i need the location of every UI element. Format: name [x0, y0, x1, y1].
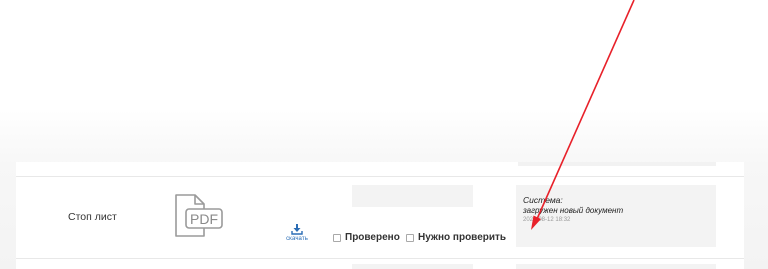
checkbox-needs-check-label: Нужно проверить — [418, 232, 507, 243]
download-icon — [291, 224, 303, 235]
system-note: Система: загружен новый документ 2025-08… — [516, 185, 716, 247]
comment-field[interactable] — [352, 185, 473, 207]
next-row-note-box — [516, 264, 716, 269]
previous-row-note-box — [518, 162, 716, 166]
download-label: скачать — [286, 236, 308, 242]
document-page: Стоп лист PDF скачать Проверено Нужно пр… — [0, 0, 768, 269]
checkbox-needs-check[interactable]: Нужно проверить — [406, 232, 506, 243]
checkbox-needs-check-box[interactable] — [406, 233, 414, 242]
note-text: загружен новый документ — [523, 206, 624, 215]
checkbox-verified[interactable]: Проверено — [333, 232, 400, 243]
note-author: Система: — [523, 195, 563, 205]
note-date: 2025-08-12 18:32 — [523, 217, 571, 223]
pdf-file-icon-label: PDF — [190, 211, 218, 227]
next-row-comment-field[interactable] — [352, 264, 473, 269]
document-name: Стоп лист — [68, 211, 117, 223]
checkbox-verified-label: Проверено — [345, 232, 400, 243]
pdf-file-icon[interactable]: PDF — [174, 193, 224, 238]
row-divider — [16, 258, 744, 259]
row-divider — [16, 176, 744, 177]
download-button[interactable]: скачать — [283, 224, 311, 242]
checkbox-verified-box[interactable] — [333, 233, 341, 242]
